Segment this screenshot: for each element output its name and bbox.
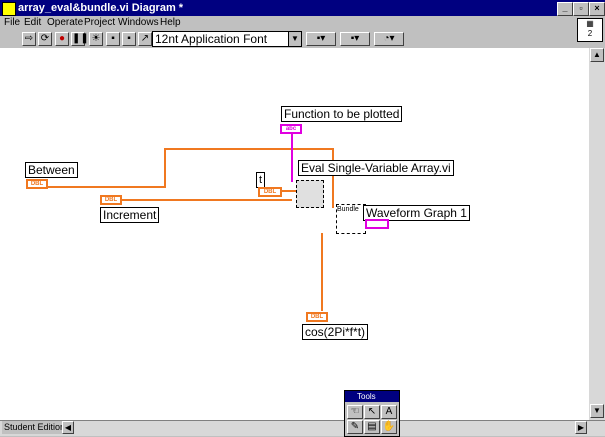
position-select-icon[interactable]: ↖ [364,405,380,419]
vertical-scrollbar[interactable]: ▲ ▼ [589,48,605,420]
scroll-up-icon[interactable]: ▲ [590,48,604,62]
step-over-icon[interactable]: ▪ [122,32,136,46]
menu-file[interactable]: File [4,16,20,30]
tools-palette[interactable]: Tools ☜ ↖ A ✎ ▤ ✋ [344,390,400,437]
distribute-objects-button[interactable]: ▪▾ [340,32,370,46]
maximize-button[interactable]: ▫ [573,2,589,16]
object-shortcut-menu-icon[interactable]: ▤ [364,420,380,434]
increment-terminal[interactable]: DBL [100,195,122,205]
menu-bar: File Edit Operate Project Windows Help [0,16,605,30]
cos-label[interactable]: cos(2Pi*f*t) [302,324,369,340]
bundle-node[interactable]: Bundle [336,204,366,234]
vi-icon-label: 2 [587,29,593,38]
font-select[interactable]: 12nt Application Font ▼ [152,31,302,47]
wire-between-vertical[interactable] [164,148,166,188]
wire-cos[interactable] [321,233,323,311]
menu-operate[interactable]: Operate [47,16,83,30]
scroll-window-icon[interactable]: ✋ [381,420,397,434]
bundle-label: Bundle [337,206,359,213]
scroll-right-icon[interactable]: ▶ [575,421,587,434]
block-diagram-canvas[interactable]: Function to be plotted abc Between DBL D… [0,48,589,420]
t-terminal[interactable]: DBL [258,187,282,197]
wire-top-horizontal[interactable] [164,148,334,150]
increment-label[interactable]: Increment [100,207,160,223]
status-text: Student Edition [2,421,68,434]
align-objects-button[interactable]: ▪▾ [306,32,336,46]
chevron-down-icon: ▼ [288,32,301,46]
highlight-execution-icon[interactable]: ☀ [89,32,103,46]
menu-edit[interactable]: Edit [24,16,41,30]
tools-palette-title: Tools [357,392,376,401]
scroll-down-icon[interactable]: ▼ [590,404,604,418]
vi-icon[interactable]: ▦ 2 [577,18,603,42]
run-icon[interactable]: ⇨ [22,32,36,46]
wire-increment[interactable] [122,199,292,201]
menu-windows[interactable]: Windows [118,16,159,30]
cos-terminal[interactable]: DBL [306,312,328,322]
operate-value-icon[interactable]: ☜ [347,405,363,419]
close-button[interactable]: × [589,2,605,16]
t-label[interactable]: t [256,172,266,188]
function-label[interactable]: Function to be plotted [281,106,403,122]
step-out-icon[interactable]: ↗ [138,32,152,46]
between-terminal[interactable]: DBL [26,179,48,189]
edit-text-icon[interactable]: A [381,405,397,419]
wire-between[interactable] [47,186,165,188]
connect-wire-icon[interactable]: ✎ [347,420,363,434]
scroll-left-icon[interactable]: ◀ [62,421,74,434]
toolbar: ⇨ ⟳ ● ❚❚ ☀ ▪ ▪ ↗ 12nt Application Font ▼… [0,30,605,49]
vi-connector-icon: ▦ [586,19,594,28]
pause-icon[interactable]: ❚❚ [71,32,89,46]
eval-label[interactable]: Eval Single-Variable Array.vi [298,160,454,176]
reorder-button[interactable]: ◔▾ [374,32,404,46]
function-string-terminal[interactable]: abc [280,124,302,134]
font-select-value: 12nt Application Font [155,32,268,46]
menu-project[interactable]: Project [84,16,115,30]
minimize-button[interactable]: _ [557,2,573,16]
app-icon [2,2,16,16]
tools-palette-titlebar[interactable]: Tools [345,391,399,402]
menu-help[interactable]: Help [160,16,181,30]
horizontal-scrollbar[interactable]: Student Edition ◀ ▶ [0,420,605,436]
wire-function-string[interactable] [291,130,293,182]
eval-vi-icon[interactable] [296,180,324,208]
wire-top-vertical[interactable] [332,148,334,208]
title-bar: array_eval&bundle.vi Diagram * _ ▫ × [0,0,605,16]
step-into-icon[interactable]: ▪ [106,32,120,46]
abort-icon[interactable]: ● [55,32,69,46]
graph-terminal[interactable] [365,219,389,229]
between-label[interactable]: Between [25,162,78,178]
run-continuous-icon[interactable]: ⟳ [38,32,52,46]
window-title: array_eval&bundle.vi Diagram * [18,2,184,14]
